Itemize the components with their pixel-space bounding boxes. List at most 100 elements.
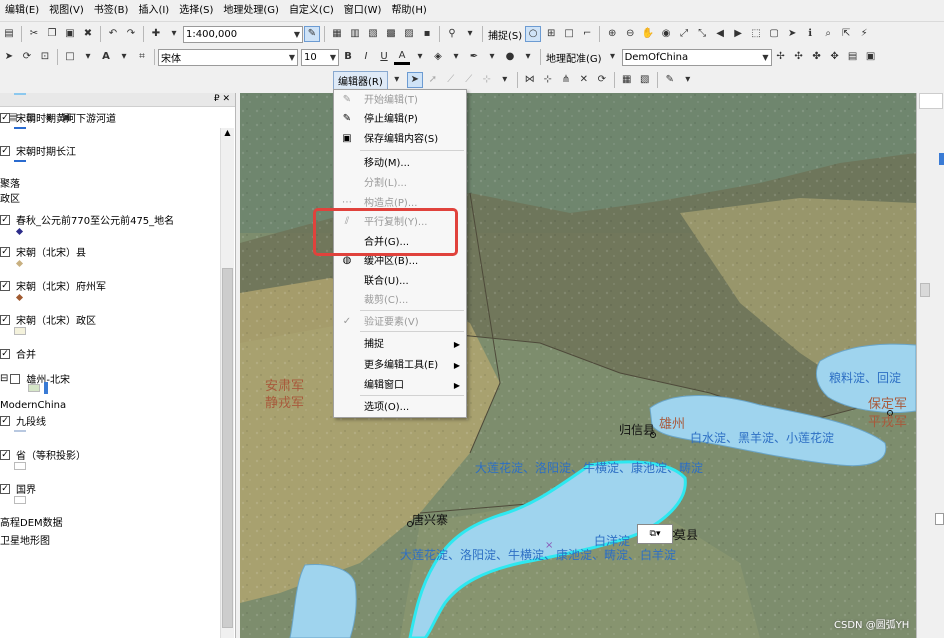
trace-icon[interactable]: ⟋: [461, 72, 477, 88]
cut-icon[interactable]: ✂: [26, 26, 42, 42]
split-tool-icon[interactable]: ✕: [576, 72, 592, 88]
georeferencing-label[interactable]: 地理配准(G): [544, 50, 604, 65]
font-name-combo[interactable]: 宋体 ▼: [158, 48, 298, 66]
chevron-down-icon[interactable]: ▾: [680, 72, 696, 88]
layer-visibility-checkbox[interactable]: ✓: [0, 314, 10, 325]
sketch-properties-icon[interactable]: ▧: [637, 72, 653, 88]
chevron-down-icon[interactable]: ▾: [605, 49, 621, 65]
edit-vertices-icon[interactable]: ⌗: [134, 49, 150, 65]
toc-layer-14[interactable]: ✓ 省（等积投影）: [0, 447, 86, 462]
full-extent-icon[interactable]: ◉: [658, 26, 674, 42]
add-control-points-icon[interactable]: ✢: [773, 49, 789, 65]
redo-icon[interactable]: ↷: [123, 26, 139, 42]
rectangle-icon[interactable]: □: [62, 49, 78, 65]
editor-menu-item-15[interactable]: 选项(O)...: [334, 398, 466, 417]
chevron-down-icon[interactable]: ▾: [116, 49, 132, 65]
toc-layer-16[interactable]: 高程DEM数据: [0, 514, 63, 529]
undo-icon[interactable]: ↶: [105, 26, 121, 42]
chevron-down-icon[interactable]: ▾: [497, 72, 513, 88]
editor-menu-item-13[interactable]: 更多编辑工具(E) ▶: [334, 356, 466, 375]
dock-tab[interactable]: [919, 93, 943, 109]
expand-icon[interactable]: ⊟: [0, 373, 8, 384]
bold-button[interactable]: B: [340, 49, 356, 65]
viewer-icon[interactable]: ▣: [863, 49, 879, 65]
chevron-down-icon[interactable]: ▾: [389, 72, 405, 88]
cut-polygons-icon[interactable]: ⋔: [558, 72, 574, 88]
menu-item-1[interactable]: 视图(V): [44, 0, 89, 21]
toc-window-icon[interactable]: ▥: [347, 26, 363, 42]
point-snap-icon[interactable]: ○: [525, 26, 542, 42]
underline-button[interactable]: U: [376, 49, 392, 65]
delete-icon[interactable]: ✖: [80, 26, 96, 42]
menu-item-5[interactable]: 地理处理(G): [218, 0, 284, 21]
layer-visibility-checkbox[interactable]: ✓: [0, 449, 10, 460]
edge-snap-icon[interactable]: ⌐: [579, 26, 595, 42]
straight-segment-icon[interactable]: ⟋: [443, 72, 459, 88]
layer-visibility-checkbox[interactable]: ✓: [0, 280, 10, 291]
menu-item-8[interactable]: 帮助(H): [386, 0, 431, 21]
line-color-icon[interactable]: ✒: [466, 49, 482, 65]
reshape-icon[interactable]: ⊹: [540, 72, 556, 88]
chevron-down-icon[interactable]: ▾: [448, 49, 464, 65]
snapping-options-icon[interactable]: ⚲: [444, 26, 460, 42]
toc-layer-5[interactable]: 政区: [0, 190, 20, 205]
toc-layer-6[interactable]: ✓ 春秋_公元前770至公元前475_地名: [0, 212, 174, 227]
chevron-down-icon[interactable]: ▾: [412, 49, 428, 65]
select-arrow-icon[interactable]: ➤: [1, 49, 17, 65]
print-icon[interactable]: ▤: [1, 26, 17, 42]
shift-raster-icon[interactable]: ✥: [827, 49, 843, 65]
toc-layer-17[interactable]: 卫星地形图: [0, 532, 50, 547]
editor-menu-item-10[interactable]: 裁剪(C)...: [334, 291, 466, 310]
arctoolbox-icon[interactable]: ▩: [383, 26, 399, 42]
copy-icon[interactable]: ❐: [44, 26, 60, 42]
layer-visibility-checkbox[interactable]: ✓: [0, 483, 10, 494]
fixed-zoom-in-icon[interactable]: ⤢: [676, 26, 692, 42]
chevron-down-icon[interactable]: ▾: [166, 26, 182, 42]
view-link-table-icon[interactable]: ✣: [791, 49, 807, 65]
menu-item-2[interactable]: 书签(B): [89, 0, 134, 21]
editor-menu-item-9[interactable]: 联合(U)...: [334, 272, 466, 291]
toc-layer-2[interactable]: ✓ 宋朝时期黄河下游河道: [0, 110, 116, 125]
zoom-in-icon[interactable]: ⊕: [604, 26, 620, 42]
modelbuilder-icon[interactable]: ▪: [419, 26, 435, 42]
forward-extent-icon[interactable]: ▶: [730, 26, 746, 42]
map-scale-combo[interactable]: 1:400,000 ▼: [183, 25, 303, 43]
attributes-icon[interactable]: ▦: [619, 72, 635, 88]
layer-visibility-checkbox[interactable]: ✓: [0, 246, 10, 257]
zoom-page-icon[interactable]: ⊡: [37, 49, 53, 65]
toc-layer-7[interactable]: ✓ 宋朝（北宋）县: [0, 244, 86, 259]
chevron-down-icon[interactable]: ▾: [484, 49, 500, 65]
clear-selection-icon[interactable]: ▢: [766, 26, 782, 42]
edit-vertices-icon[interactable]: ⋈: [522, 72, 538, 88]
menu-item-7[interactable]: 窗口(W): [339, 0, 387, 21]
layer-visibility-checkbox[interactable]: ✓: [0, 214, 10, 225]
chevron-down-icon[interactable]: ▾: [656, 529, 661, 539]
end-snap-icon[interactable]: ⊞: [543, 26, 559, 42]
toc-pin-close[interactable]: ₽ ✕: [214, 94, 230, 104]
scroll-up-icon[interactable]: ▲: [222, 128, 233, 140]
georef-layer-combo[interactable]: DemOfChina ▼: [621, 48, 772, 66]
search-window-icon[interactable]: ▧: [365, 26, 381, 42]
pan-icon[interactable]: ✋: [640, 26, 656, 42]
toc-layer-9[interactable]: ✓ 宋朝（北宋）政区: [0, 312, 96, 327]
fill-color-icon[interactable]: ◈: [430, 49, 446, 65]
text-tool-icon[interactable]: A: [98, 49, 114, 65]
menu-item-3[interactable]: 插入(I): [133, 0, 174, 21]
scroll-thumb[interactable]: [222, 268, 233, 628]
catalog-icon[interactable]: ▦: [329, 26, 345, 42]
font-color-button[interactable]: A: [394, 49, 410, 65]
rotate-tool-icon[interactable]: ⟳: [594, 72, 610, 88]
marker-color-icon[interactable]: ●: [502, 49, 518, 65]
font-size-combo[interactable]: 10 ▼: [301, 48, 339, 66]
editor-menu-item-1[interactable]: ✎ 停止编辑(P): [334, 110, 466, 129]
toc-layer-4[interactable]: 聚落: [0, 175, 20, 190]
edit-feature-popup[interactable]: ⧉ ▾: [637, 524, 673, 544]
toc-layer-3[interactable]: ✓ 宋朝时期长江: [0, 143, 76, 158]
editor-menu-item-14[interactable]: 编辑窗口 ▶: [334, 376, 466, 395]
edit-tool-icon[interactable]: ➤: [406, 72, 423, 88]
toc-layer-10[interactable]: ✓ 合并: [0, 346, 36, 361]
toc-scrollbar[interactable]: ▲: [220, 128, 234, 638]
select-elements-icon[interactable]: ➤: [784, 26, 800, 42]
editor-menu-item-4[interactable]: 分割(L)...: [334, 174, 466, 193]
editor-menu-item-12[interactable]: 捕捉 ▶: [334, 335, 466, 354]
